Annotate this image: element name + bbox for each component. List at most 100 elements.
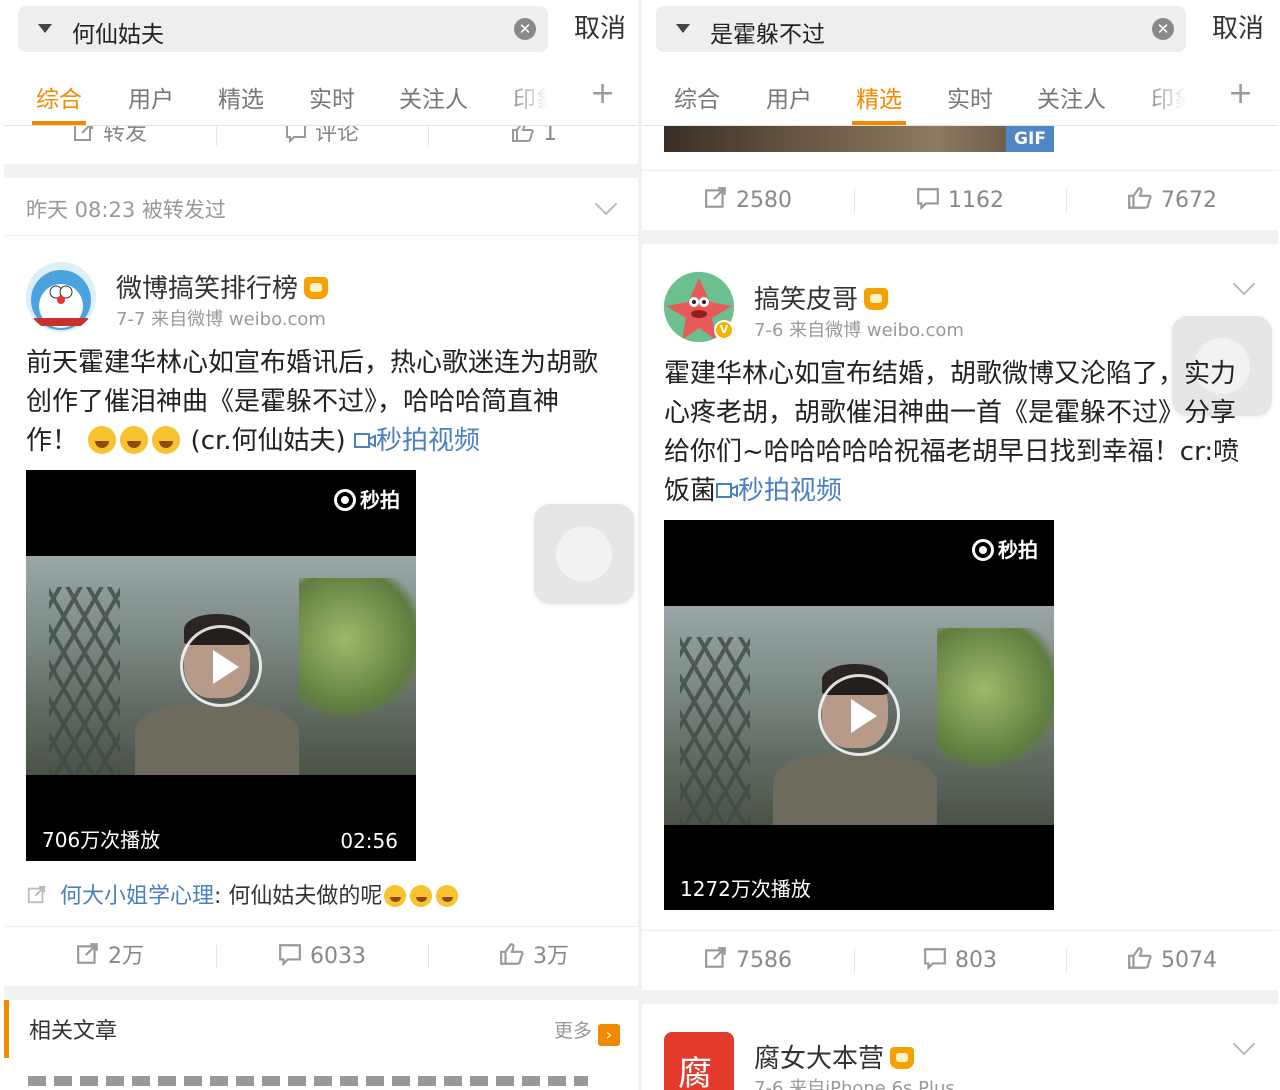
prev-like-button[interactable]: 7672 — [1066, 171, 1278, 231]
avatar[interactable]: 腐 — [664, 1032, 734, 1090]
prev-repost-count: 2580 — [736, 188, 792, 213]
laughing-emoji-icon — [120, 426, 149, 454]
add-tab-icon[interactable]: + — [1228, 76, 1253, 111]
thumbs-up-icon — [1128, 187, 1152, 209]
comment-button[interactable]: 803 — [854, 931, 1066, 991]
like-count: 3万 — [533, 944, 569, 969]
lattice-window — [679, 636, 750, 825]
feed-gap — [4, 164, 640, 178]
floating-assistive-button[interactable] — [534, 504, 634, 604]
repost-icon — [27, 885, 46, 904]
clear-icon[interactable]: ✕ — [1152, 18, 1174, 40]
search-input[interactable]: 是霍躲不过 ✕ — [656, 6, 1186, 52]
chevron-down-icon[interactable] — [1232, 1032, 1256, 1056]
miaopai-icon — [334, 489, 356, 511]
add-tab-icon[interactable]: + — [590, 76, 615, 111]
like-button[interactable]: 3万 — [428, 927, 640, 987]
video-link[interactable]: 秒拍视频 — [353, 426, 480, 456]
username-text[interactable]: 搞笑皮哥 — [754, 285, 858, 315]
post-username[interactable]: 微博搞笑排行榜 — [116, 268, 329, 305]
comment-icon — [279, 944, 301, 966]
video-duration: 02:56 — [340, 829, 398, 853]
laughing-emoji-icon — [152, 426, 181, 454]
right-search-screen: GIF 是霍躲不过 ✕ 取消 综合 用户 精选 实时 关注人 印象 + 2580… — [642, 0, 1278, 1090]
more-link[interactable]: 更多 › — [554, 1016, 620, 1046]
play-icon[interactable] — [180, 625, 262, 707]
thumbs-up-icon — [1128, 947, 1152, 969]
video-player[interactable]: 秒拍 706万次播放 02:56 — [26, 470, 416, 861]
clear-icon[interactable]: ✕ — [514, 18, 536, 40]
search-input[interactable]: 何仙姑夫 ✕ — [18, 6, 548, 52]
next-post-username[interactable]: 腐女大本营 — [754, 1038, 915, 1075]
comment-button[interactable]: 6033 — [216, 927, 428, 987]
repost-icon — [705, 187, 726, 208]
laughing-emoji-icon — [88, 426, 117, 454]
vip-crown-icon — [864, 288, 889, 310]
video-player[interactable]: 秒拍 1272万次播放 — [664, 520, 1054, 910]
video-link-text[interactable]: 秒拍视频 — [738, 476, 842, 506]
gif-badge: GIF — [1006, 126, 1054, 152]
prev-repost-button[interactable]: 2580 — [642, 171, 854, 231]
repost-notice-bar[interactable]: 昨天 08:23 被转发过 — [4, 178, 640, 236]
search-query[interactable]: 是霍躲不过 — [710, 15, 825, 49]
tab-featured[interactable]: 精选 — [856, 80, 902, 114]
tab-following[interactable]: 关注人 — [399, 80, 468, 114]
post-actions: 2万 6033 3万 — [4, 926, 640, 986]
comment-icon — [917, 188, 939, 210]
cancel-button[interactable]: 取消 — [574, 8, 626, 45]
post-username[interactable]: 搞笑皮哥 — [754, 279, 889, 316]
username-text[interactable]: 微博搞笑排行榜 — [116, 274, 298, 304]
lattice-window — [49, 586, 120, 775]
repost-button[interactable]: 2万 — [4, 927, 216, 987]
miaopai-brand: 秒拍 — [998, 538, 1038, 562]
miaopai-logo: 秒拍 — [972, 534, 1038, 563]
chevron-down-icon[interactable] — [594, 192, 618, 216]
left-search-screen: 转发 评论 1 何仙姑夫 ✕ 取消 综合 用户 精选 实时 关注人 印象 + 昨… — [4, 0, 640, 1090]
dropdown-caret-icon[interactable] — [38, 24, 52, 33]
emoji-icon — [384, 885, 407, 907]
prev-comment-button[interactable]: 1162 — [854, 171, 1066, 231]
video-link-text[interactable]: 秒拍视频 — [376, 426, 480, 456]
tab-featured[interactable]: 精选 — [218, 80, 264, 114]
arrow-right-icon[interactable]: › — [598, 1024, 620, 1046]
username-text[interactable]: 腐女大本营 — [754, 1044, 884, 1074]
comment-user[interactable]: 何大小姐学心理 — [60, 884, 214, 909]
tab-fade — [504, 68, 584, 125]
repost-icon — [77, 943, 98, 964]
avatar[interactable] — [26, 262, 96, 332]
tab-comprehensive[interactable]: 综合 — [674, 80, 720, 114]
hot-comment[interactable]: 何大小姐学心理: 何仙姑夫做的呢 — [26, 878, 460, 910]
chevron-down-icon[interactable] — [1232, 272, 1256, 296]
video-link-icon — [716, 483, 739, 498]
prev-comment-count: 1162 — [948, 188, 1004, 213]
tab-following[interactable]: 关注人 — [1037, 80, 1106, 114]
play-icon[interactable] — [818, 674, 900, 756]
play-count: 706万次播放 — [42, 828, 161, 852]
dropdown-caret-icon[interactable] — [676, 24, 690, 33]
feed-gap — [4, 986, 640, 1000]
feed-gap — [642, 990, 1278, 1004]
play-count: 1272万次播放 — [680, 877, 811, 901]
search-query[interactable]: 何仙姑夫 — [72, 15, 164, 49]
related-articles-header: 相关文章 更多 › — [4, 1000, 640, 1058]
search-tabs: 综合 用户 精选 实时 关注人 印象 + — [4, 68, 640, 126]
vip-crown-icon — [890, 1047, 915, 1069]
repost-button[interactable]: 7586 — [642, 931, 854, 991]
video-link[interactable]: 秒拍视频 — [716, 476, 842, 506]
tab-users[interactable]: 用户 — [128, 80, 174, 114]
repost-icon — [705, 947, 726, 968]
tab-realtime[interactable]: 实时 — [947, 80, 993, 114]
tab-users[interactable]: 用户 — [766, 80, 812, 114]
feed-gap — [642, 230, 1278, 244]
article-title-cutoff — [28, 1076, 588, 1086]
tree-background — [299, 577, 416, 732]
tab-fade — [1142, 68, 1222, 125]
like-button[interactable]: 5074 — [1066, 931, 1278, 991]
repost-count: 2万 — [108, 944, 144, 969]
tab-comprehensive[interactable]: 综合 — [36, 80, 82, 114]
tab-realtime[interactable]: 实时 — [309, 80, 355, 114]
miaopai-logo: 秒拍 — [334, 484, 400, 513]
more-label[interactable]: 更多 — [554, 1020, 592, 1042]
emoji-icon — [410, 885, 433, 907]
cancel-button[interactable]: 取消 — [1212, 8, 1264, 45]
